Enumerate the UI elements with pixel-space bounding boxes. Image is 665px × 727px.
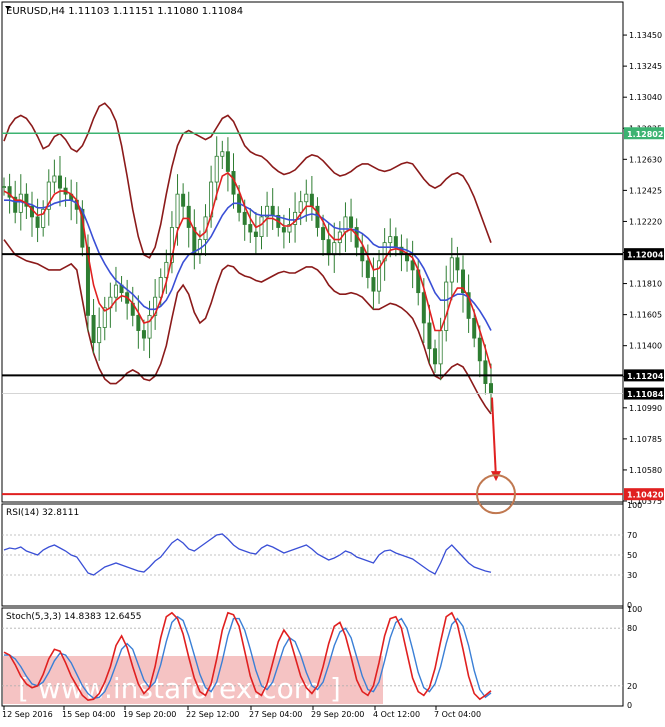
stoch-tick-label: 20	[627, 682, 637, 691]
price-axis: 1.134501.132451.130401.128351.126301.124…	[623, 31, 662, 506]
level-label-text: 1.11204	[627, 372, 664, 381]
stoch-tick-label: 0	[627, 701, 632, 710]
price-tick-label: 1.10580	[629, 466, 662, 475]
price-tick-label: 1.12425	[629, 186, 662, 195]
watermark-text: [ www.instaforex.com ]	[18, 672, 341, 705]
candle-body	[181, 193, 186, 207]
candle-body	[455, 257, 460, 271]
candle-body	[259, 216, 264, 237]
candle-body	[365, 260, 370, 278]
stoch-tick-label: 100	[627, 605, 642, 614]
panel-frames	[1, 1, 624, 707]
level-label-text: 1.12004	[627, 251, 664, 260]
candle-body	[298, 201, 303, 213]
rsi-label: RSI(14) 32.8111	[6, 508, 79, 518]
candle-body	[438, 330, 443, 365]
candle-body	[410, 260, 415, 271]
candle-body	[220, 151, 225, 157]
candle-body	[449, 257, 454, 283]
watermark: [ www.instaforex.com ]	[3, 656, 383, 705]
rsi-tick-label: 100	[627, 501, 642, 510]
level-label-text: 1.10420	[627, 491, 664, 500]
candle-body	[427, 322, 432, 350]
level-label-text: 1.12802	[627, 130, 663, 139]
chart-root: [ www.instaforex.com ] EURUSD,H4 1.11103…	[0, 0, 665, 723]
price-tick-label: 1.11810	[629, 280, 662, 289]
candle-body	[97, 327, 102, 344]
price-tick-label: 1.13040	[629, 93, 662, 102]
candle-body	[444, 281, 449, 331]
price-tick-label: 1.12220	[629, 217, 662, 226]
candle-body	[214, 155, 219, 183]
candle-body	[477, 337, 482, 362]
candle-body	[349, 216, 354, 228]
candle-body	[113, 284, 118, 298]
candle-body	[433, 348, 438, 365]
price-tick-label: 1.10990	[629, 404, 662, 413]
time-tick-label: 12 Sep 2016	[2, 710, 53, 719]
level-label-text: 1.11084	[627, 390, 664, 399]
time-tick-label: 22 Sep 12:00	[186, 710, 239, 719]
candle-body	[52, 175, 57, 183]
candle-body	[393, 236, 398, 248]
candle-body	[488, 383, 493, 394]
price-tick-label: 1.12630	[629, 155, 662, 164]
candle-body	[472, 318, 477, 339]
candle-body	[18, 193, 23, 213]
candle-body	[35, 216, 40, 228]
candle-body	[304, 193, 309, 203]
price-panel-frame	[1, 1, 624, 503]
candle-body	[405, 254, 410, 262]
price-tick-label: 1.11605	[629, 311, 662, 320]
stoch-tick-label: 80	[627, 624, 637, 633]
rsi-tick-label: 30	[627, 571, 637, 580]
price-tick-label: 1.11400	[629, 342, 662, 351]
candle-body	[483, 360, 488, 384]
price-tick-label: 1.10785	[629, 435, 662, 444]
time-tick-label: 4 Oct 12:00	[373, 710, 420, 719]
price-tick-label: 1.13450	[629, 31, 662, 40]
candle-body	[91, 314, 96, 344]
candle-body	[175, 193, 180, 228]
candle-body	[141, 330, 146, 339]
price-tick-label: 1.13245	[629, 62, 662, 71]
candle-body	[321, 227, 326, 241]
time-axis: 12 Sep 2016 15 Sep 04:00 19 Sep 20:00 22 Se…	[2, 706, 481, 719]
candle-body	[253, 231, 258, 237]
candle-body	[309, 193, 314, 207]
stoch-label: Stoch(5,3,3) 14.8383 12.6455	[6, 612, 141, 622]
time-tick-label: 27 Sep 04:00	[249, 710, 302, 719]
candle-body	[225, 151, 230, 172]
candle-body	[186, 205, 191, 228]
candle-body	[388, 236, 393, 244]
candle-body	[242, 211, 247, 225]
rsi-tick-label: 70	[627, 531, 637, 540]
rsi-tick-label: 50	[627, 551, 637, 560]
candle-body	[421, 292, 426, 324]
candle-body	[2, 186, 7, 188]
candle-body	[136, 314, 141, 331]
time-tick-label: 19 Sep 20:00	[123, 710, 176, 719]
symbol-header: EURUSD,H4 1.11103 1.11151 1.11080 1.1108…	[6, 6, 243, 17]
candle-body	[332, 242, 337, 256]
chart-svg: [ www.instaforex.com ] EURUSD,H4 1.11103…	[1, 1, 664, 719]
time-tick-label: 29 Sep 20:00	[311, 710, 364, 719]
candle-body	[371, 277, 376, 292]
time-tick-label: 15 Sep 04:00	[62, 710, 115, 719]
candle-body	[270, 205, 275, 216]
candle-body	[57, 175, 62, 189]
candle-body	[281, 227, 286, 233]
candle-body	[326, 239, 331, 256]
candle-body	[248, 224, 253, 233]
time-tick-label: 7 Oct 04:00	[434, 710, 481, 719]
